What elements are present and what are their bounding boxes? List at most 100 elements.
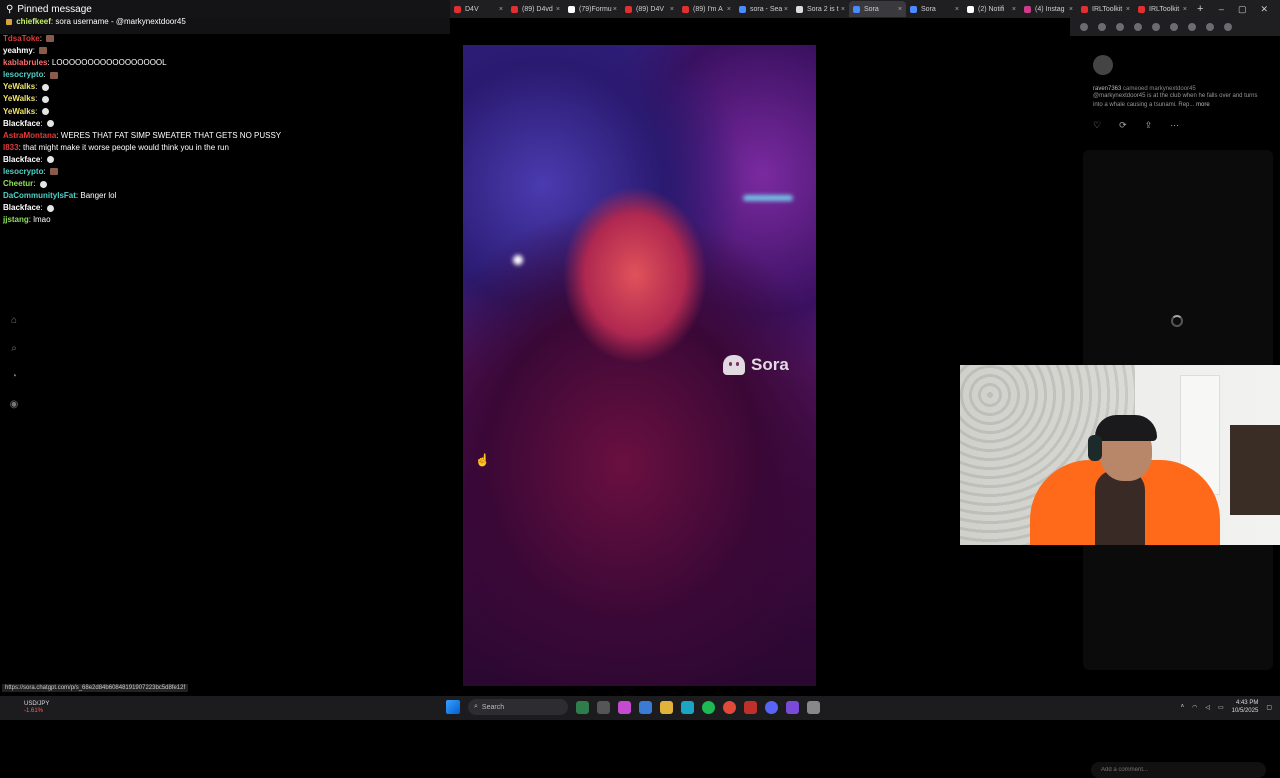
menu-dots-icon[interactable] bbox=[1224, 23, 1232, 31]
chat-username[interactable]: YeWalks bbox=[3, 94, 35, 103]
chat-username[interactable]: jjstang bbox=[3, 215, 29, 224]
pinned-username[interactable]: chiefkeef bbox=[16, 17, 51, 26]
browser-tab[interactable]: Sora × bbox=[849, 1, 906, 17]
avatar[interactable] bbox=[1093, 55, 1113, 75]
windows-start-icon[interactable] bbox=[446, 700, 460, 714]
bookmark-star-icon[interactable] bbox=[1098, 23, 1106, 31]
close-tab-icon[interactable]: × bbox=[499, 6, 503, 13]
streamer-cap bbox=[1095, 415, 1157, 441]
browser-tab[interactable]: (89) D4vd × bbox=[507, 1, 564, 17]
chat-username[interactable]: Blackface bbox=[3, 119, 40, 128]
sora-video-player[interactable]: Sora bbox=[463, 45, 816, 686]
edge-icon[interactable] bbox=[681, 700, 694, 714]
browser-tab[interactable]: (89) I'm A × bbox=[678, 1, 735, 17]
browser-tab[interactable]: IRLToolkit × bbox=[1077, 1, 1134, 17]
discord-icon[interactable] bbox=[765, 700, 778, 714]
more-link[interactable]: more bbox=[1196, 102, 1210, 108]
chat-username[interactable]: Blackface bbox=[3, 203, 40, 212]
tab-title: sora - Sea bbox=[750, 5, 783, 13]
puzzle-icon[interactable] bbox=[1188, 23, 1196, 31]
post-caption: @markynextdoor45 is at the club when he … bbox=[1093, 92, 1263, 110]
chat-username[interactable]: kablabrules bbox=[3, 58, 47, 67]
bell-icon[interactable]: ◔ bbox=[8, 371, 20, 383]
chat-username[interactable]: YeWalks bbox=[3, 107, 35, 116]
tab-title: (4) Instag bbox=[1035, 5, 1065, 13]
chat-username[interactable]: l833 bbox=[3, 143, 19, 152]
browser-tab[interactable]: (79)Formu × bbox=[564, 1, 621, 17]
chat-username[interactable]: yeahmy bbox=[3, 46, 33, 55]
chat-username[interactable]: AstraMontana bbox=[3, 131, 56, 140]
tab-title: Sora bbox=[921, 5, 936, 13]
volume-icon[interactable]: ◁ bbox=[1205, 704, 1210, 711]
spotify-icon[interactable] bbox=[702, 700, 715, 714]
browser-tab[interactable]: Sora × bbox=[906, 1, 963, 17]
chat-username[interactable]: DaCommunityIsFat bbox=[3, 191, 76, 200]
close-tab-icon[interactable]: × bbox=[613, 6, 617, 13]
tab-title: Sora 2 is t bbox=[807, 5, 839, 13]
chat-message: l833: that might make it worse people wo… bbox=[3, 142, 443, 154]
wifi-icon[interactable]: ◠ bbox=[1192, 704, 1197, 711]
close-tab-icon[interactable]: × bbox=[670, 6, 674, 13]
chat-username[interactable]: Cheetur bbox=[3, 179, 33, 188]
heart-icon[interactable]: ♡ bbox=[1093, 120, 1101, 131]
chevron-up-icon[interactable]: ˄ bbox=[1181, 704, 1185, 710]
browser-tab[interactable]: (4) Instag × bbox=[1020, 1, 1077, 17]
profile-avatar-icon[interactable] bbox=[1206, 23, 1214, 31]
profile-icon[interactable]: ◉ bbox=[8, 399, 20, 411]
share-icon[interactable]: ⇪ bbox=[1145, 120, 1153, 131]
app-icon[interactable] bbox=[744, 700, 757, 714]
chat-separator: : bbox=[43, 167, 48, 177]
remix-icon[interactable]: ⟳ bbox=[1119, 120, 1127, 131]
browser-tab[interactable]: sora - Sea × bbox=[735, 1, 792, 17]
extension-icon[interactable] bbox=[1170, 23, 1178, 31]
settings-gear-icon[interactable] bbox=[807, 700, 820, 714]
battery-icon[interactable]: ▭ bbox=[1218, 704, 1224, 711]
close-tab-icon[interactable]: × bbox=[955, 6, 959, 13]
widgets-icon[interactable] bbox=[576, 700, 589, 714]
app-icon[interactable] bbox=[639, 700, 652, 714]
extension-icon[interactable] bbox=[1116, 23, 1124, 31]
close-tab-icon[interactable]: × bbox=[1012, 6, 1016, 13]
browser-tab[interactable]: (89) D4V × bbox=[621, 1, 678, 17]
chat-username[interactable]: TdsaToke bbox=[3, 34, 40, 43]
app-icon[interactable] bbox=[618, 700, 631, 714]
stock-ticker[interactable]: USD/JPY -1.61% bbox=[24, 701, 49, 715]
comment-input[interactable] bbox=[1091, 762, 1266, 778]
task-view-icon[interactable] bbox=[597, 700, 610, 714]
home-icon[interactable]: ⌂ bbox=[8, 315, 20, 327]
browser-tab[interactable]: IRLToolkit × bbox=[1134, 1, 1191, 17]
minimize-button[interactable]: – bbox=[1219, 4, 1224, 15]
search-icon[interactable]: ⌕ bbox=[8, 343, 20, 355]
close-tab-icon[interactable]: × bbox=[727, 6, 731, 13]
app-icon[interactable] bbox=[786, 700, 799, 714]
close-window-button[interactable]: ✕ bbox=[1260, 4, 1268, 15]
new-tab-button[interactable]: + bbox=[1197, 3, 1203, 15]
close-tab-icon[interactable]: × bbox=[784, 6, 788, 13]
close-tab-icon[interactable]: × bbox=[1069, 6, 1073, 13]
more-options-icon[interactable]: ⋯ bbox=[1170, 120, 1179, 131]
emote-icon bbox=[39, 180, 47, 188]
chat-username[interactable]: lesocrypto bbox=[3, 70, 43, 79]
chat-username[interactable]: Blackface bbox=[3, 155, 40, 164]
chat-username[interactable]: lesocrypto bbox=[3, 167, 43, 176]
close-tab-icon[interactable]: × bbox=[898, 6, 902, 13]
file-explorer-icon[interactable] bbox=[660, 700, 673, 714]
close-tab-icon[interactable]: × bbox=[1126, 6, 1130, 13]
chrome-icon[interactable] bbox=[723, 700, 736, 714]
chat-message: kablabrules: LOOOOOOOOOOOOOOOOOL bbox=[3, 57, 443, 69]
clock[interactable]: 4:43 PM 10/5/2025 bbox=[1232, 699, 1259, 715]
browser-tab[interactable]: (2) Notifi × bbox=[963, 1, 1020, 17]
extension-icon[interactable] bbox=[1134, 23, 1142, 31]
browser-tab[interactable]: Sora 2 is t × bbox=[792, 1, 849, 17]
maximize-button[interactable]: ▢ bbox=[1238, 4, 1247, 15]
notification-icon[interactable]: ▢ bbox=[1266, 704, 1272, 711]
taskbar-search[interactable]: ⌕ Search bbox=[468, 699, 568, 715]
close-tab-icon[interactable]: × bbox=[556, 6, 560, 13]
browser-tab[interactable]: D4V × bbox=[450, 1, 507, 17]
close-tab-icon[interactable]: × bbox=[841, 6, 845, 13]
extension-icon[interactable] bbox=[1152, 23, 1160, 31]
chat-message: AstraMontana: WERES THAT FAT SIMP SWEATE… bbox=[3, 130, 443, 142]
close-tab-icon[interactable]: × bbox=[1183, 6, 1187, 13]
translate-icon[interactable] bbox=[1080, 23, 1088, 31]
chat-username[interactable]: YeWalks bbox=[3, 82, 35, 91]
